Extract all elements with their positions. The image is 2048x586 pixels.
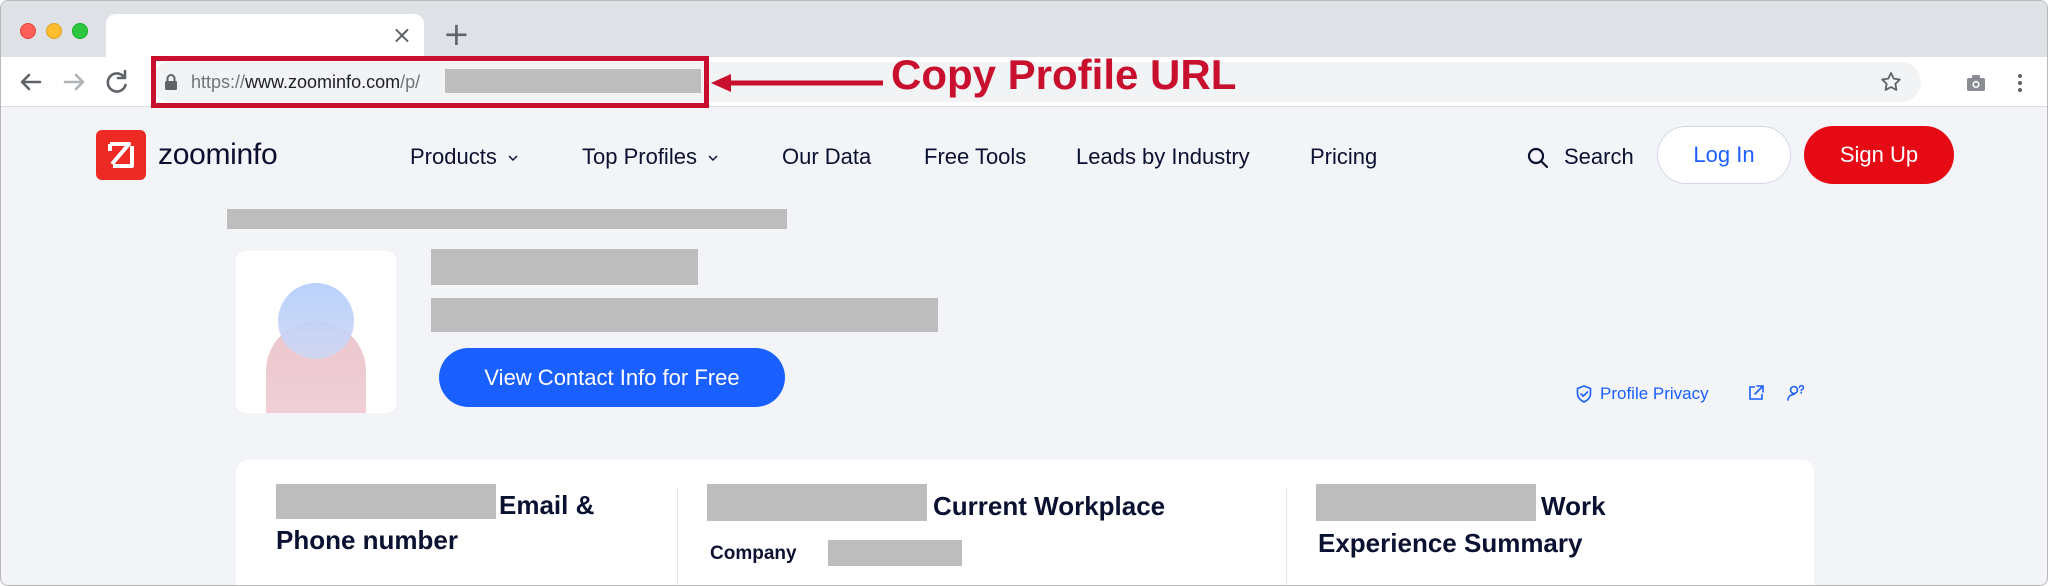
- person-placeholder-icon: [266, 283, 366, 413]
- nav-our-data[interactable]: Our Data: [782, 144, 871, 170]
- avatar: [236, 251, 396, 413]
- nav-label: Free Tools: [924, 144, 1027, 169]
- annotation-label: Copy Profile URL: [891, 51, 1237, 98]
- nav-top-profiles[interactable]: Top Profiles: [582, 144, 719, 170]
- more-menu-icon[interactable]: [2008, 71, 2032, 95]
- breadcrumb-redaction: [227, 209, 787, 229]
- bookmark-star-icon[interactable]: [1879, 70, 1903, 94]
- forward-button[interactable]: [57, 65, 91, 99]
- profile-privacy-label: Profile Privacy: [1600, 384, 1709, 403]
- nav-label: Our Data: [782, 144, 872, 169]
- external-link-icon[interactable]: [1746, 383, 1766, 403]
- tab-strip: × +: [1, 1, 2047, 57]
- url-highlight-box: [151, 56, 709, 108]
- nav-products[interactable]: Products: [410, 144, 519, 170]
- work-experience-heading-line2: Experience Summary: [1318, 528, 1583, 558]
- site-header: zoominfo Products Top Profiles Our Data …: [1, 108, 2047, 198]
- logo-text[interactable]: zoominfo: [158, 138, 278, 172]
- annotation-arrow-icon: [711, 74, 883, 92]
- signup-button[interactable]: Sign Up: [1804, 126, 1954, 184]
- reload-button[interactable]: [100, 65, 134, 99]
- minimize-window-button[interactable]: [46, 23, 62, 39]
- nav-label: Products: [410, 144, 497, 169]
- maximize-window-button[interactable]: [72, 23, 88, 39]
- nav-label: Leads by Industry: [1076, 144, 1250, 169]
- chevron-down-icon: [508, 155, 518, 162]
- work-experience-heading: Work: [1541, 491, 1606, 521]
- search-icon: [1527, 147, 1549, 169]
- back-arrow-icon: [20, 73, 42, 91]
- nav-pricing[interactable]: Pricing: [1310, 144, 1377, 170]
- workplace-heading-redaction: [707, 484, 927, 521]
- zoominfo-logo-icon[interactable]: [96, 130, 146, 180]
- browser-tab[interactable]: ×: [106, 14, 424, 57]
- company-label: Company: [710, 543, 797, 564]
- info-card: [236, 460, 1814, 585]
- title-redaction: [431, 298, 938, 332]
- shield-check-icon: [1576, 385, 1592, 403]
- search-label: Search: [1564, 144, 1634, 169]
- email-phone-heading-line2: Phone number: [276, 525, 459, 555]
- current-workplace-heading: Current Workplace: [933, 491, 1166, 521]
- user-question-icon[interactable]: [1786, 383, 1806, 403]
- login-button[interactable]: Log In: [1657, 126, 1791, 184]
- column-divider: [677, 487, 678, 585]
- nav-label: Pricing: [1310, 144, 1378, 169]
- name-redaction: [431, 249, 698, 285]
- close-window-button[interactable]: [20, 23, 36, 39]
- camera-icon[interactable]: [1964, 71, 1988, 95]
- reload-icon: [106, 69, 127, 93]
- view-contact-info-button[interactable]: View Contact Info for Free: [439, 348, 785, 407]
- experience-heading-redaction: [1316, 484, 1536, 521]
- email-phone-heading: Email &: [499, 490, 595, 520]
- nav-leads-by-industry[interactable]: Leads by Industry: [1076, 144, 1250, 170]
- back-button[interactable]: [14, 65, 48, 99]
- browser-window: × + https://www.zoominfo.com/p/ zoominfo…: [0, 0, 2048, 586]
- email-heading-redaction: [276, 484, 496, 519]
- column-divider: [1286, 487, 1287, 585]
- chevron-down-icon: [708, 155, 718, 162]
- company-value-redaction: [828, 540, 962, 566]
- tab-close-icon[interactable]: ×: [392, 21, 412, 49]
- nav-label: Top Profiles: [582, 144, 697, 169]
- new-tab-button[interactable]: +: [443, 17, 470, 51]
- nav-free-tools[interactable]: Free Tools: [924, 144, 1026, 170]
- forward-arrow-icon: [63, 73, 85, 91]
